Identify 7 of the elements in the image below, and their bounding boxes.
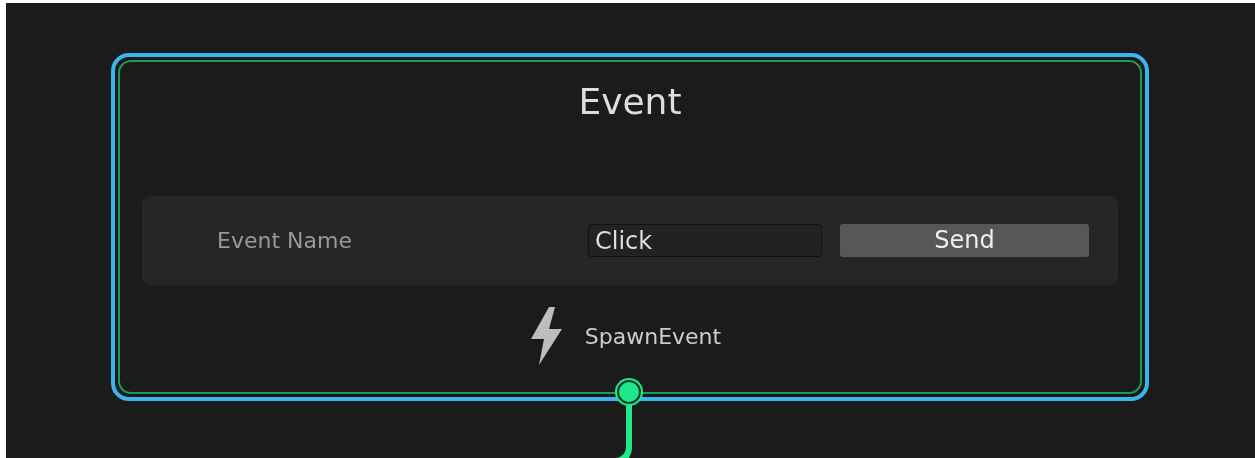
input-field[interactable]: Click [588, 224, 822, 257]
send-button[interactable]: Send [840, 224, 1089, 257]
output-port[interactable] [617, 380, 641, 404]
output-label: SpawnEvent [584, 322, 722, 351]
lightning-icon [528, 307, 563, 365]
node-title: Event [578, 80, 682, 124]
field-label: Event Name [217, 227, 353, 255]
